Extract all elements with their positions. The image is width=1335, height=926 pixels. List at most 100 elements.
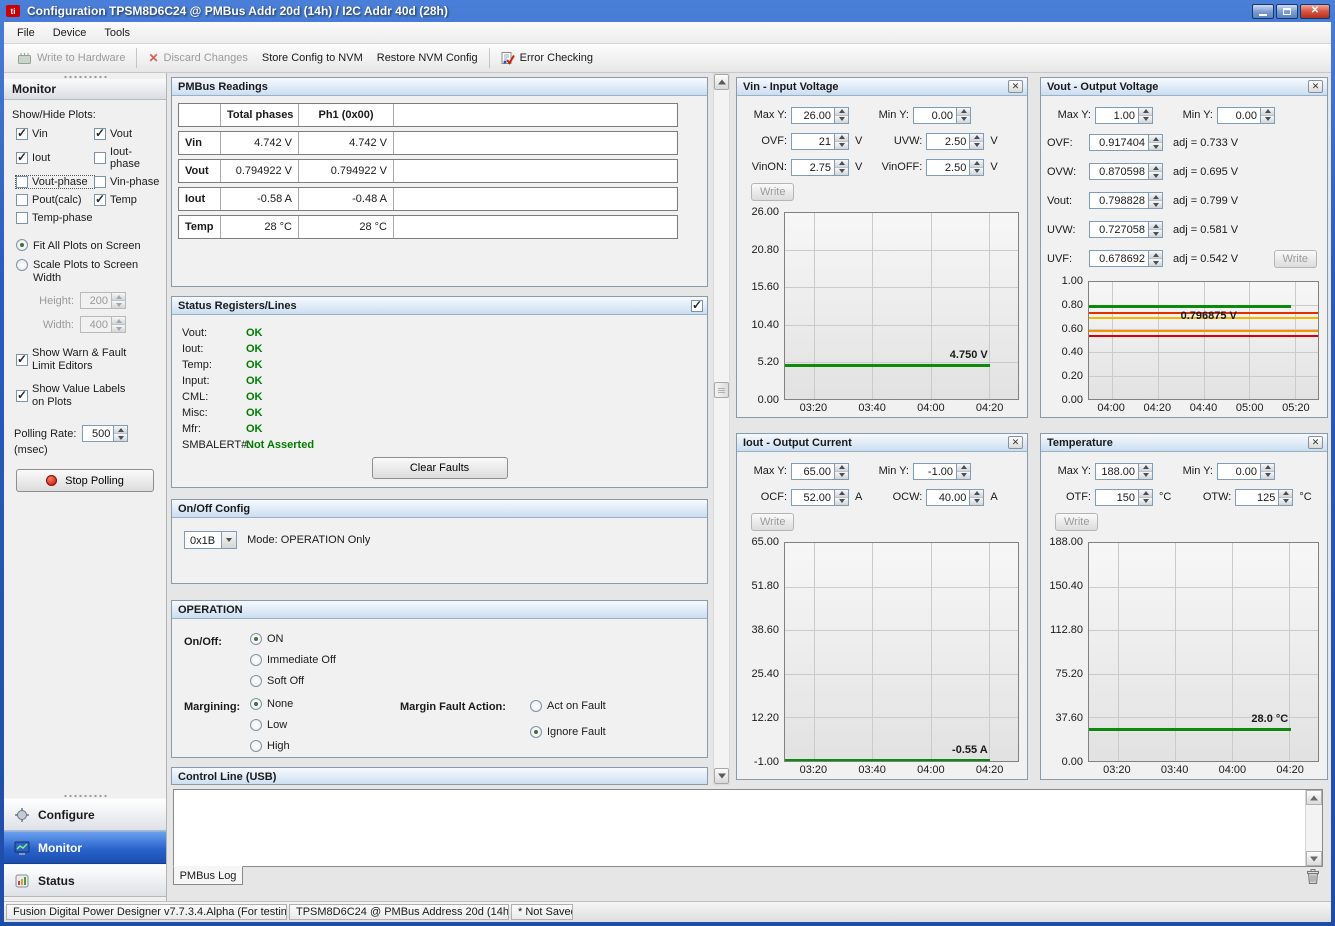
spinner-buttons[interactable] bbox=[969, 490, 983, 505]
radio-margining-none[interactable]: None bbox=[250, 698, 293, 710]
vin-write-button[interactable]: Write bbox=[751, 183, 794, 201]
checkbox[interactable] bbox=[16, 152, 28, 164]
spinner-buttons[interactable] bbox=[1260, 464, 1274, 479]
trash-icon[interactable] bbox=[1305, 868, 1321, 885]
spin-down-icon[interactable] bbox=[835, 168, 848, 175]
spin-up-icon[interactable] bbox=[835, 134, 848, 142]
checkbox[interactable] bbox=[94, 194, 106, 206]
spin-up-icon[interactable] bbox=[957, 108, 970, 116]
spin-down-icon[interactable] bbox=[112, 301, 125, 308]
close-icon[interactable]: ✕ bbox=[1008, 80, 1023, 93]
iout-max-y-spinner[interactable]: 65.00 bbox=[791, 463, 849, 480]
checkbox[interactable] bbox=[16, 212, 28, 224]
vin-max-y-spinner[interactable]: 26.00 bbox=[791, 107, 849, 124]
spin-up-icon[interactable] bbox=[970, 160, 983, 168]
vin-uvw-spinner[interactable]: 2.50 bbox=[926, 133, 984, 150]
scroll-down-icon[interactable] bbox=[1306, 851, 1322, 866]
spin-down-icon[interactable] bbox=[114, 434, 127, 441]
spinner-buttons[interactable] bbox=[1260, 108, 1274, 123]
vout-max-y-spinner[interactable]: 1.00 bbox=[1095, 107, 1153, 124]
spin-down-icon[interactable] bbox=[1139, 116, 1152, 123]
spin-up-icon[interactable] bbox=[1149, 164, 1162, 172]
spinner-buttons[interactable] bbox=[1138, 490, 1152, 505]
checkbox[interactable] bbox=[94, 128, 106, 140]
iout-ocf-spinner[interactable]: 52.00 bbox=[791, 489, 849, 506]
vout-ovf-spinner[interactable]: 0.917404 bbox=[1089, 134, 1163, 151]
checkbox-iout[interactable]: Iout bbox=[16, 146, 94, 170]
spin-up-icon[interactable] bbox=[114, 426, 127, 434]
spin-up-icon[interactable] bbox=[1149, 135, 1162, 143]
menu-file[interactable]: File bbox=[8, 23, 44, 43]
vout-ovw-spinner[interactable]: 0.870598 bbox=[1089, 163, 1163, 180]
checkbox[interactable] bbox=[94, 176, 106, 188]
radio-soft-off[interactable]: Soft Off bbox=[250, 675, 304, 687]
spin-up-icon[interactable] bbox=[957, 464, 970, 472]
close-icon[interactable]: ✕ bbox=[1308, 80, 1323, 93]
spinner-buttons[interactable] bbox=[1148, 222, 1162, 237]
spin-down-icon[interactable] bbox=[112, 325, 125, 332]
log-scrollbar[interactable] bbox=[1305, 790, 1322, 866]
spin-up-icon[interactable] bbox=[970, 490, 983, 498]
spin-down-icon[interactable] bbox=[1139, 472, 1152, 479]
spinner-buttons[interactable] bbox=[956, 108, 970, 123]
spin-down-icon[interactable] bbox=[1149, 172, 1162, 179]
scroll-up-icon[interactable] bbox=[1306, 790, 1322, 805]
spin-up-icon[interactable] bbox=[1149, 251, 1162, 259]
spin-down-icon[interactable] bbox=[970, 168, 983, 175]
spin-up-icon[interactable] bbox=[835, 464, 848, 472]
radio-scale-plots-width[interactable]: Scale Plots to Screen Width bbox=[16, 259, 160, 285]
nav-monitor-button[interactable]: Monitor bbox=[4, 831, 166, 864]
radio-ignore-fault[interactable]: Ignore Fault bbox=[530, 726, 606, 738]
spinner-buttons[interactable] bbox=[1138, 108, 1152, 123]
spin-down-icon[interactable] bbox=[1149, 143, 1162, 150]
checkbox[interactable] bbox=[16, 128, 28, 140]
restore-nvm-config-button[interactable]: Restore NVM Config bbox=[370, 49, 485, 67]
spin-up-icon[interactable] bbox=[835, 160, 848, 168]
stop-polling-button[interactable]: Stop Polling bbox=[16, 469, 154, 492]
radio-fit-all-plots[interactable]: Fit All Plots on Screen bbox=[16, 239, 160, 252]
checkbox-vout[interactable]: Vout bbox=[94, 128, 160, 140]
checkbox-temp-phase[interactable]: Temp-phase bbox=[16, 212, 94, 224]
close-button[interactable]: ✕ bbox=[1300, 4, 1330, 19]
spinner-buttons[interactable] bbox=[1148, 164, 1162, 179]
checkbox-iout-phase[interactable]: Iout-phase bbox=[94, 146, 160, 170]
spin-down-icon[interactable] bbox=[957, 472, 970, 479]
menu-device[interactable]: Device bbox=[44, 23, 96, 43]
spinner-buttons[interactable] bbox=[1148, 193, 1162, 208]
vout-vout-spinner[interactable]: 0.798828 bbox=[1089, 192, 1163, 209]
clear-faults-button[interactable]: Clear Faults bbox=[372, 457, 508, 479]
checkbox-show-value-labels[interactable]: Show Value Labels on Plots bbox=[16, 383, 160, 409]
vout-min-y-spinner[interactable]: 0.00 bbox=[1217, 107, 1275, 124]
spin-up-icon[interactable] bbox=[1139, 464, 1152, 472]
spin-up-icon[interactable] bbox=[1279, 490, 1292, 498]
checkbox-vin[interactable]: Vin bbox=[16, 128, 94, 140]
radio-margining-high[interactable]: High bbox=[250, 740, 290, 752]
spin-down-icon[interactable] bbox=[835, 498, 848, 505]
checkbox[interactable] bbox=[16, 194, 28, 206]
checkbox-show-warn-fault-editors[interactable]: Show Warn & Fault Limit Editors bbox=[16, 347, 160, 373]
spin-up-icon[interactable] bbox=[1139, 108, 1152, 116]
vout-uvw-spinner[interactable]: 0.727058 bbox=[1089, 221, 1163, 238]
checkbox-vin-phase[interactable]: Vin-phase bbox=[94, 176, 160, 188]
scroll-down-icon[interactable] bbox=[714, 768, 729, 784]
spin-up-icon[interactable] bbox=[1139, 490, 1152, 498]
tab-pmbus-log[interactable]: PMBus Log bbox=[173, 866, 243, 885]
status-registers-checkbox[interactable] bbox=[691, 300, 703, 312]
write-to-hardware-button[interactable]: Write to Hardware bbox=[10, 49, 132, 68]
spinner-buttons[interactable] bbox=[834, 160, 848, 175]
titlebar[interactable]: ti Configuration TPSM8D6C24 @ PMBus Addr… bbox=[0, 0, 1335, 22]
vout-uvf-spinner[interactable]: 0.678692 bbox=[1089, 250, 1163, 267]
spinner-buttons[interactable] bbox=[111, 317, 125, 332]
center-scrollbar[interactable] bbox=[713, 73, 730, 785]
spinner-buttons[interactable] bbox=[956, 464, 970, 479]
spin-down-icon[interactable] bbox=[1149, 230, 1162, 237]
spin-down-icon[interactable] bbox=[1149, 259, 1162, 266]
spinner-buttons[interactable] bbox=[834, 490, 848, 505]
scrollbar-thumb[interactable] bbox=[714, 382, 729, 398]
checkbox-vout-phase[interactable]: Vout-phase bbox=[16, 176, 94, 188]
close-icon[interactable]: ✕ bbox=[1308, 436, 1323, 449]
menu-tools[interactable]: Tools bbox=[95, 23, 139, 43]
spinner-buttons[interactable] bbox=[969, 134, 983, 149]
spin-up-icon[interactable] bbox=[112, 317, 125, 325]
polling-rate-spinner[interactable]: 500 bbox=[82, 425, 128, 442]
